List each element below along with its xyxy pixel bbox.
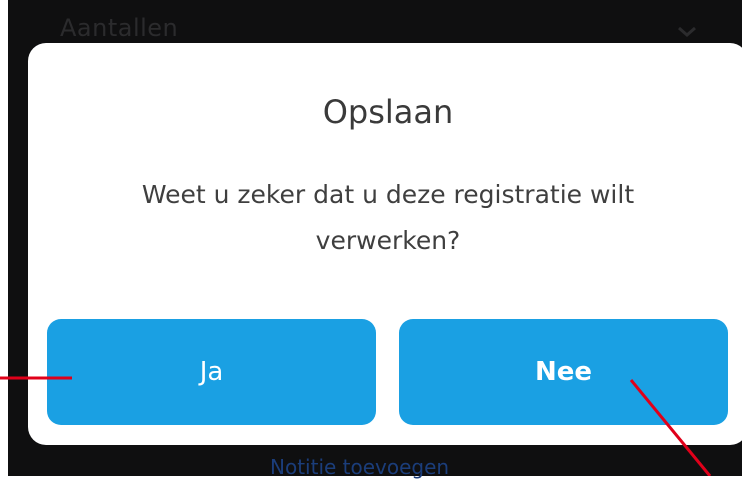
chevron-down-icon — [678, 26, 696, 37]
yes-button[interactable]: Ja — [47, 319, 376, 425]
no-button[interactable]: Nee — [399, 319, 728, 425]
background-add-note-link: Notitie toevoegen — [270, 455, 450, 479]
dialog-message: Weet u zeker dat u deze registratie wilt… — [141, 180, 635, 255]
background-section-label: Aantallen — [60, 14, 179, 42]
dialog-title: Opslaan — [322, 93, 454, 131]
screen: Aantallen Notitie toevoegen Opslaan Weet… — [0, 0, 750, 479]
